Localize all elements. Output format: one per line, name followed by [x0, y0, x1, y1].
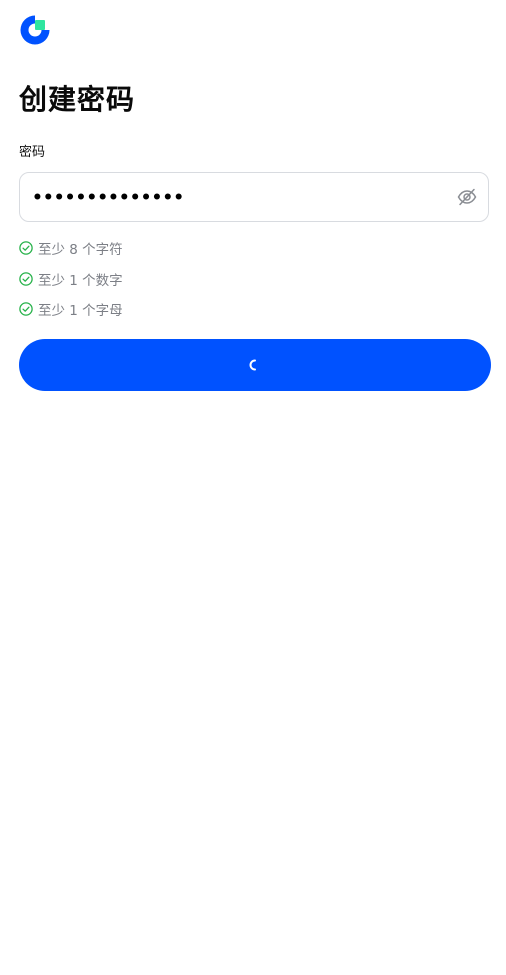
check-circle-icon — [19, 272, 33, 286]
password-input[interactable]: •••••••••••••• — [19, 172, 489, 222]
requirement-text: 至少 8 个字符 — [38, 242, 123, 259]
requirement-letter: 至少 1 个字母 — [19, 294, 489, 325]
coinbase-wallet-logo-icon — [20, 15, 50, 45]
page-title: 创建密码 — [19, 83, 136, 116]
submit-button[interactable] — [19, 339, 491, 391]
check-circle-icon — [19, 241, 33, 255]
password-label: 密码 — [19, 145, 46, 160]
password-value[interactable]: •••••••••••••• — [32, 173, 184, 221]
app-logo — [18, 13, 52, 47]
requirement-min-length: 至少 8 个字符 — [19, 233, 489, 264]
requirement-text: 至少 1 个字母 — [38, 303, 123, 320]
requirement-text: 至少 1 个数字 — [38, 272, 123, 289]
eye-off-icon[interactable] — [457, 188, 477, 206]
requirement-digit: 至少 1 个数字 — [19, 264, 489, 295]
password-requirements: 至少 8 个字符 至少 1 个数字 至少 1 个字母 — [19, 233, 489, 325]
spinner-icon — [249, 359, 256, 371]
check-circle-icon — [19, 302, 33, 316]
